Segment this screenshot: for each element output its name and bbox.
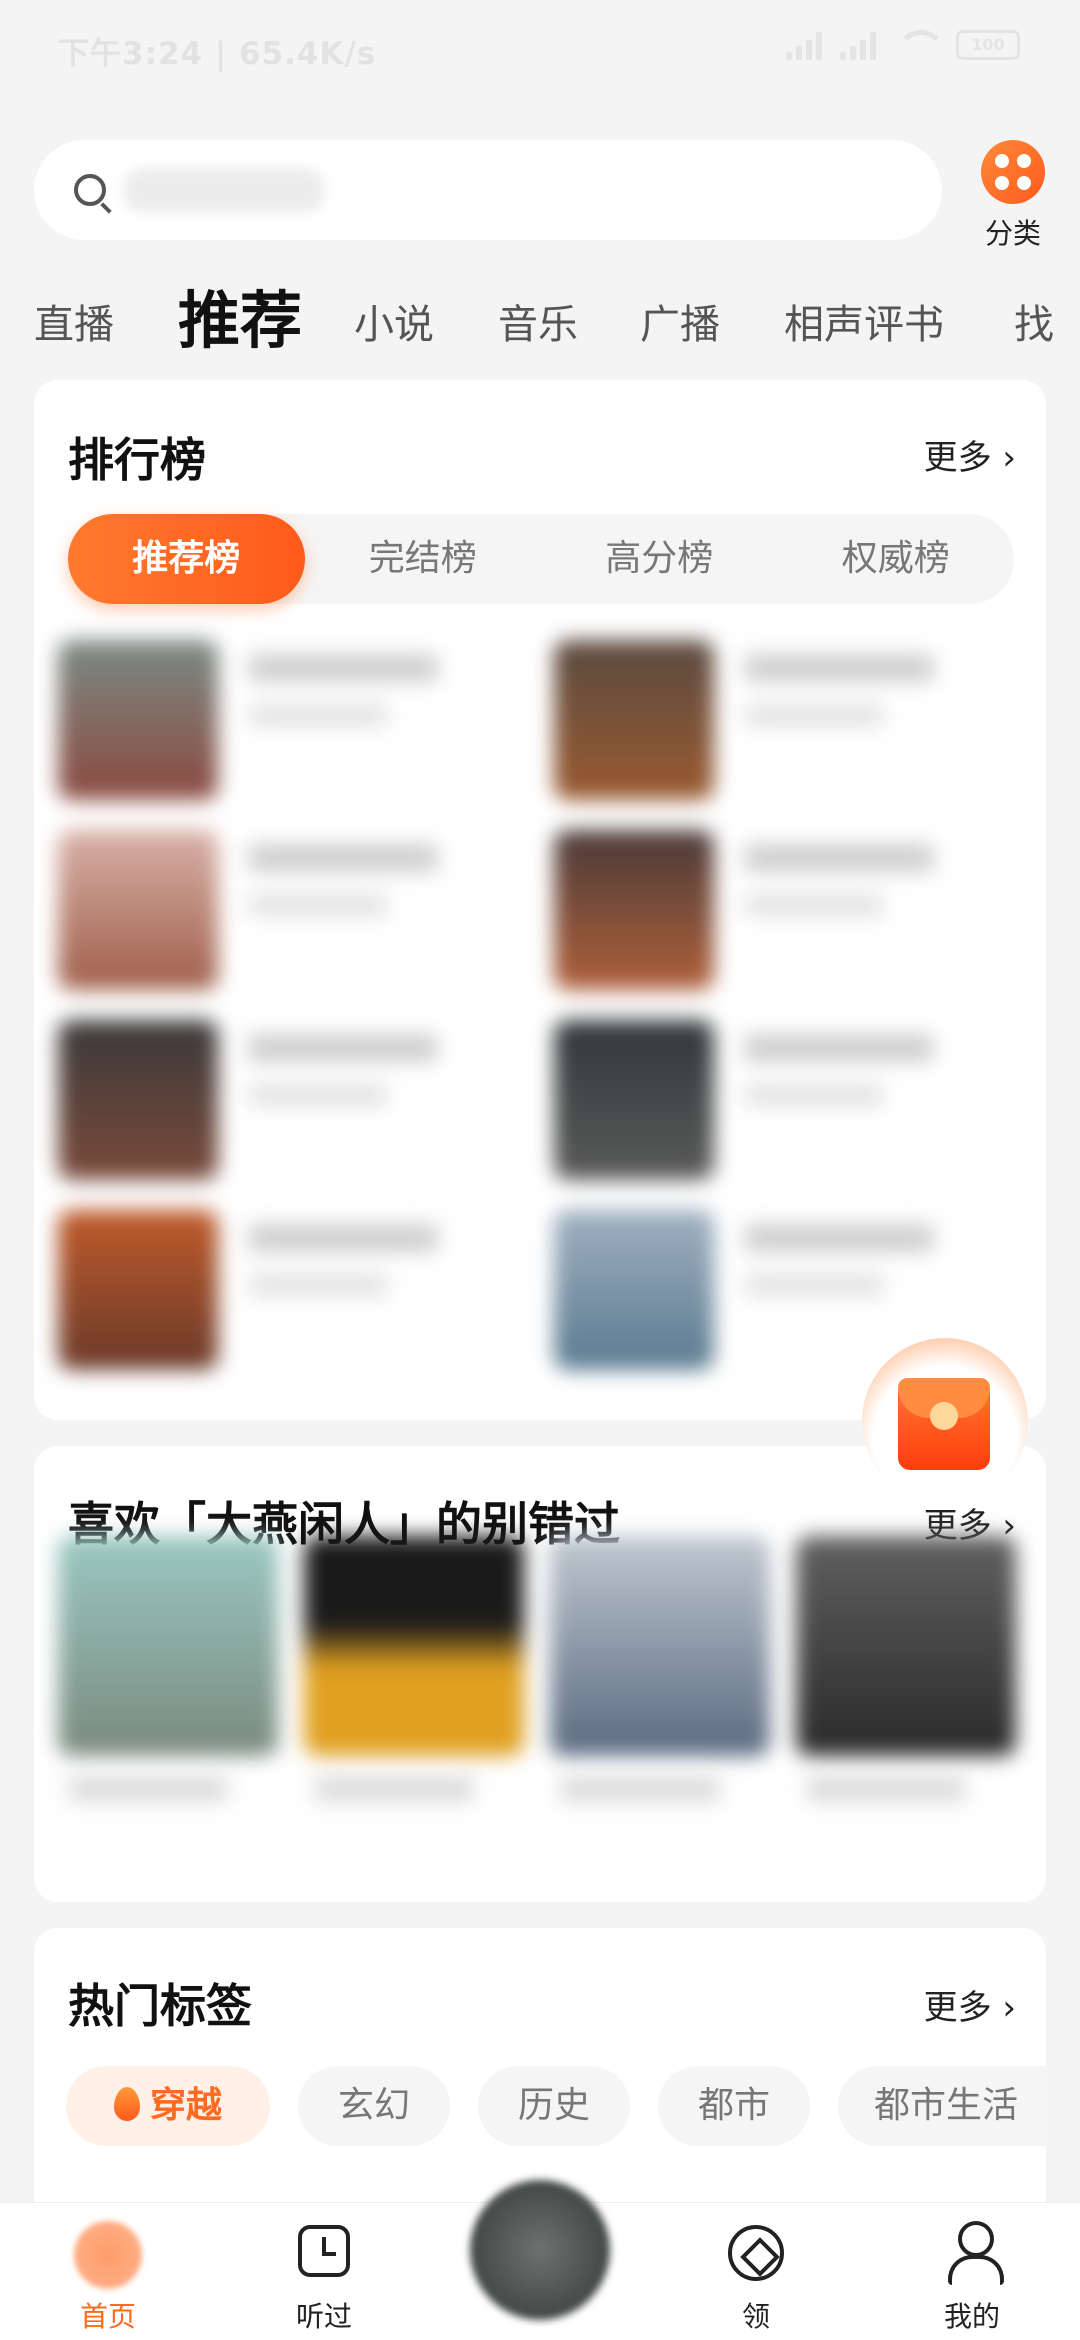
- ranking-more-link[interactable]: 更多 ›: [924, 430, 1016, 479]
- rank-cover: [58, 1210, 218, 1370]
- rank-cover: [554, 830, 714, 990]
- category-button[interactable]: 分类: [978, 140, 1048, 252]
- now-playing-button[interactable]: [470, 2180, 610, 2320]
- tab-crosstalk[interactable]: 相声评书: [784, 292, 944, 350]
- flame-icon: [113, 2087, 140, 2121]
- rank-title-placeholder: [248, 1224, 438, 1252]
- rank-subtitle-placeholder: [744, 1084, 884, 1106]
- discover-icon: [728, 2225, 784, 2281]
- tab-live[interactable]: 直播: [34, 292, 114, 350]
- signal-icon: [786, 30, 822, 60]
- tab-more[interactable]: 找: [1014, 292, 1054, 350]
- ranking-card: 排行榜 更多 › 推荐榜 完结榜 高分榜 权威榜: [34, 380, 1046, 1420]
- hot-tags-more-link[interactable]: 更多 ›: [924, 1980, 1016, 2029]
- segment-high-score[interactable]: 高分榜: [541, 514, 778, 604]
- nav-discover-label: 领: [741, 2300, 770, 2333]
- ranking-segments: 推荐榜 完结榜 高分榜 权威榜: [68, 514, 1014, 604]
- rank-subtitle-placeholder: [248, 704, 388, 726]
- rank-title-placeholder: [248, 654, 438, 682]
- tag-chip[interactable]: 历史: [478, 2066, 630, 2146]
- category-label: 分类: [984, 217, 1041, 250]
- history-icon: [298, 2225, 350, 2277]
- recommend-text-placeholder: [560, 1776, 720, 1802]
- chevron-right-icon: ›: [1002, 1988, 1016, 2028]
- recommend-cover[interactable]: [58, 1536, 278, 1756]
- chevron-right-icon: ›: [1002, 438, 1016, 478]
- rank-subtitle-placeholder: [744, 894, 884, 916]
- rank-cover: [58, 1020, 218, 1180]
- search-icon: [74, 174, 106, 206]
- ranking-more-label: 更多: [923, 438, 992, 478]
- rank-item[interactable]: [58, 1210, 518, 1380]
- tag-chip[interactable]: 穿越: [66, 2066, 270, 2146]
- rank-item[interactable]: [554, 640, 1014, 810]
- category-icon: [981, 140, 1045, 204]
- profile-icon: [948, 2221, 1004, 2285]
- search-bar[interactable]: [34, 140, 942, 240]
- segment-recommend[interactable]: 推荐榜: [68, 514, 305, 604]
- recommend-cover[interactable]: [796, 1536, 1016, 1756]
- rank-subtitle-placeholder: [248, 894, 388, 916]
- tab-recommend[interactable]: 推荐: [178, 270, 302, 350]
- nav-history-label: 听过: [295, 2300, 352, 2333]
- rank-item[interactable]: [58, 640, 518, 810]
- nav-home-label: 首页: [79, 2300, 136, 2333]
- status-icons: 100: [786, 30, 1020, 60]
- rank-cover: [554, 640, 714, 800]
- rank-item[interactable]: [58, 1020, 518, 1190]
- tag-chip[interactable]: 都市生活: [838, 2066, 1046, 2146]
- segment-authority[interactable]: 权威榜: [778, 514, 1015, 604]
- ranking-title: 排行榜: [68, 433, 206, 487]
- nav-discover[interactable]: 领: [686, 2203, 826, 2340]
- rank-title-placeholder: [744, 1224, 934, 1252]
- hot-tags-title: 热门标签: [68, 1979, 252, 2033]
- signal-icon-2: [840, 30, 876, 60]
- search-placeholder: [124, 168, 324, 212]
- hot-tags-more-label: 更多: [923, 1988, 992, 2028]
- rank-title-placeholder: [744, 844, 934, 872]
- tag-label: 穿越: [149, 2085, 222, 2126]
- floating-gift-button[interactable]: [862, 1338, 1028, 1504]
- nav-profile-label: 我的: [943, 2300, 1000, 2333]
- tag-chip[interactable]: 都市: [658, 2066, 810, 2146]
- tag-chip[interactable]: 玄幻: [298, 2066, 450, 2146]
- rank-subtitle-placeholder: [248, 1084, 388, 1106]
- rank-item[interactable]: [58, 830, 518, 1000]
- recommend-cover[interactable]: [550, 1536, 770, 1756]
- rank-subtitle-placeholder: [744, 704, 884, 726]
- rank-item[interactable]: [554, 830, 1014, 1000]
- tab-radio[interactable]: 广播: [640, 292, 720, 350]
- recommend-text-placeholder: [68, 1776, 228, 1802]
- rank-cover: [58, 830, 218, 990]
- recommend-text-placeholder: [314, 1776, 474, 1802]
- status-time: 下午3:24 | 65.4K/s: [58, 36, 377, 72]
- tab-music[interactable]: 音乐: [498, 292, 578, 350]
- status-bar: 下午3:24 | 65.4K/s 100: [0, 0, 1080, 100]
- nav-profile[interactable]: 我的: [902, 2203, 1042, 2340]
- rank-cover: [554, 1210, 714, 1370]
- nav-history[interactable]: 听过: [254, 2203, 394, 2340]
- recommend-cover[interactable]: [304, 1536, 524, 1756]
- tab-novel[interactable]: 小说: [354, 292, 434, 350]
- rank-item[interactable]: [554, 1020, 1014, 1190]
- rank-cover: [554, 1020, 714, 1180]
- wifi-icon: [894, 30, 946, 60]
- channel-tabs: 直播 推荐 小说 音乐 广播 相声评书 找: [0, 270, 1080, 350]
- recommend-card: 喜欢「大燕闲人」的别错过 更多 ›: [34, 1446, 1046, 1902]
- rank-title-placeholder: [744, 1034, 934, 1062]
- segment-completed[interactable]: 完结榜: [305, 514, 542, 604]
- battery-icon: 100: [956, 30, 1020, 60]
- rank-subtitle-placeholder: [744, 1274, 884, 1296]
- home-icon: [74, 2221, 142, 2289]
- recommend-text-placeholder: [806, 1776, 966, 1802]
- gift-icon: [898, 1378, 990, 1470]
- nav-home[interactable]: 首页: [38, 2203, 178, 2340]
- rank-title-placeholder: [248, 844, 438, 872]
- rank-subtitle-placeholder: [248, 1274, 388, 1296]
- rank-title-placeholder: [744, 654, 934, 682]
- rank-cover: [58, 640, 218, 800]
- rank-title-placeholder: [248, 1034, 438, 1062]
